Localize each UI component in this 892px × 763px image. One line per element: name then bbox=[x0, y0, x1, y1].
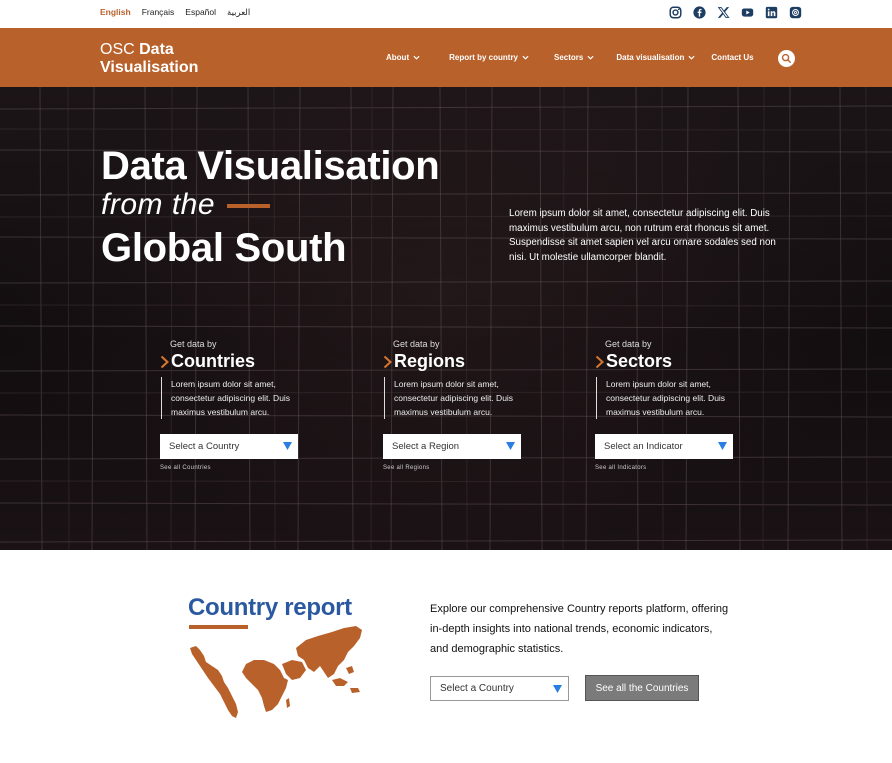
get-data-countries: Get data by Countries Lorem ipsum dolor … bbox=[160, 339, 310, 471]
dropdown-arrow-icon bbox=[718, 442, 727, 450]
country-report-description: Explore our comprehensive Country report… bbox=[430, 603, 729, 655]
facebook-icon[interactable] bbox=[693, 6, 706, 19]
indicator-select[interactable]: Select an Indicator bbox=[595, 434, 733, 459]
instagram-icon[interactable] bbox=[669, 6, 682, 19]
country-report-title: Country report bbox=[188, 594, 352, 621]
column-pre-label: Get data by bbox=[605, 339, 652, 349]
column-description: Lorem ipsum dolor sit amet, consectetur … bbox=[596, 377, 744, 419]
see-all-countries-button[interactable]: See all the Countries bbox=[585, 675, 699, 701]
country-select-value: Select a Country bbox=[169, 441, 240, 452]
hero-title-line1: Data Visualisation bbox=[101, 144, 440, 188]
column-title: Countries bbox=[171, 351, 256, 371]
lang-english[interactable]: English bbox=[100, 7, 131, 18]
accent-dash bbox=[227, 204, 271, 208]
x-icon[interactable] bbox=[717, 6, 730, 19]
lang-spanish[interactable]: Español bbox=[185, 7, 216, 18]
dropdown-arrow-icon bbox=[553, 685, 562, 693]
column-heading: Countries bbox=[160, 351, 310, 372]
chevron-right-icon bbox=[160, 355, 170, 369]
nav-item-report-by-country[interactable]: Report by country bbox=[449, 53, 529, 62]
country-report-select-value: Select a Country bbox=[440, 683, 514, 694]
hero-section: Data Visualisation from the Global South… bbox=[0, 87, 892, 550]
hero-title-line3: Global South bbox=[101, 226, 347, 270]
hero-title: Data Visualisation from the Global South bbox=[101, 144, 440, 270]
column-title: Sectors bbox=[606, 351, 673, 371]
chevron-down-icon bbox=[587, 54, 594, 61]
logo-light: OSC bbox=[100, 41, 140, 58]
lang-french[interactable]: Français bbox=[142, 7, 175, 18]
search-icon bbox=[781, 53, 792, 64]
nav-item-sectors[interactable]: Sectors bbox=[554, 53, 594, 62]
chevron-right-icon bbox=[383, 355, 393, 369]
column-pre-label: Get data by bbox=[170, 339, 217, 349]
global-south-map-illustration bbox=[190, 626, 362, 718]
top-bar: English Français Español العربية bbox=[0, 0, 892, 28]
column-title: Regions bbox=[394, 351, 466, 371]
see-all-regions-link[interactable]: See all Regions bbox=[383, 465, 533, 471]
threads-icon[interactable] bbox=[789, 6, 802, 19]
social-links bbox=[669, 6, 802, 19]
dropdown-arrow-icon bbox=[283, 442, 292, 450]
see-all-indicators-link[interactable]: See all Indicators bbox=[595, 465, 745, 471]
nav-about-label: About bbox=[386, 53, 410, 62]
chevron-right-icon bbox=[595, 355, 605, 369]
hero-description: Lorem ipsum dolor sit amet, consectetur … bbox=[509, 208, 776, 263]
country-select[interactable]: Select a Country bbox=[160, 434, 298, 459]
youtube-icon[interactable] bbox=[741, 6, 754, 19]
nav-report-label: Report by country bbox=[449, 53, 519, 62]
get-data-regions: Get data by Regions Lorem ipsum dolor si… bbox=[383, 339, 533, 471]
dropdown-arrow-icon bbox=[506, 442, 515, 450]
region-select-value: Select a Region bbox=[392, 441, 460, 452]
main-navigation: OSC Data Visualisation About Report by c… bbox=[0, 28, 892, 87]
hero-title-line2: from the bbox=[101, 188, 439, 222]
nav-menu: About Report by country Sectors Data vis… bbox=[386, 53, 754, 62]
site-logo[interactable]: OSC Data Visualisation bbox=[100, 41, 198, 77]
get-data-sectors: Get data by Sectors Lorem ipsum dolor si… bbox=[595, 339, 745, 471]
column-description: Lorem ipsum dolor sit amet, consectetur … bbox=[161, 377, 309, 419]
logo-bold-2: Visualisation bbox=[100, 59, 199, 76]
hero-title-line2-text: from the bbox=[101, 188, 216, 221]
nav-sectors-label: Sectors bbox=[554, 53, 584, 62]
column-pre-label: Get data by bbox=[393, 339, 440, 349]
region-select[interactable]: Select a Region bbox=[383, 434, 521, 459]
nav-item-data-visualisation[interactable]: Data visualisation bbox=[616, 53, 695, 62]
nav-dataviz-label: Data visualisation bbox=[616, 53, 685, 62]
language-switcher: English Français Español العربية bbox=[100, 7, 250, 18]
indicator-select-value: Select an Indicator bbox=[604, 441, 683, 452]
logo-bold-1: Data bbox=[139, 41, 174, 58]
country-report-select[interactable]: Select a Country bbox=[430, 676, 569, 701]
chevron-down-icon bbox=[688, 54, 695, 61]
lang-arabic[interactable]: العربية bbox=[227, 7, 250, 18]
linkedin-icon[interactable] bbox=[765, 6, 778, 19]
column-description: Lorem ipsum dolor sit amet, consectetur … bbox=[384, 377, 532, 419]
chevron-down-icon bbox=[522, 54, 529, 61]
see-all-countries-link[interactable]: See all Countries bbox=[160, 465, 310, 471]
column-heading: Sectors bbox=[595, 351, 745, 372]
search-button[interactable] bbox=[778, 50, 795, 67]
column-heading: Regions bbox=[383, 351, 533, 372]
nav-item-contact[interactable]: Contact Us bbox=[711, 53, 753, 62]
nav-item-about[interactable]: About bbox=[386, 53, 420, 62]
chevron-down-icon bbox=[413, 54, 420, 61]
nav-contact-label: Contact Us bbox=[711, 53, 754, 62]
